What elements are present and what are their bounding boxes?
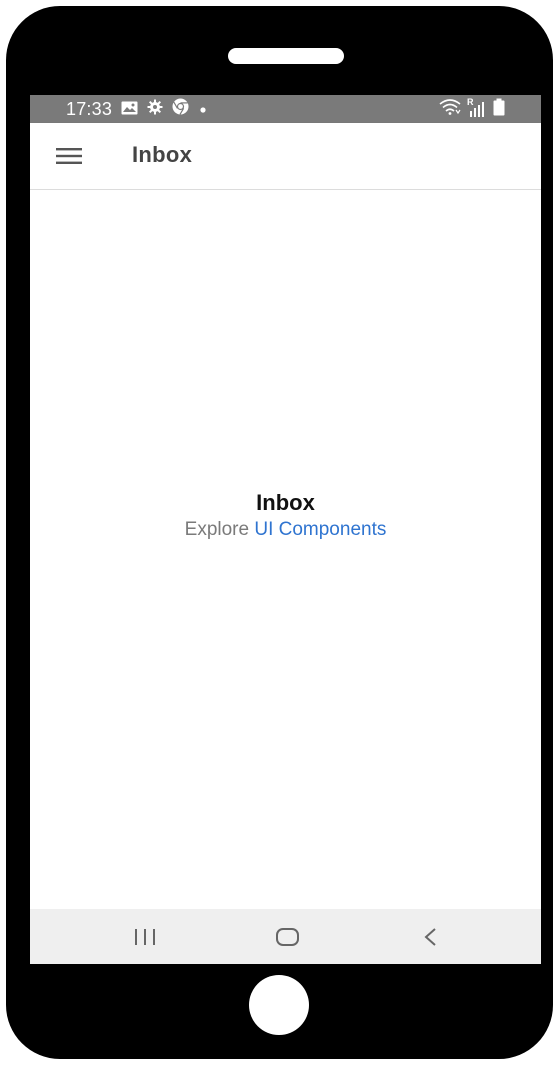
back-icon[interactable] bbox=[416, 923, 446, 951]
speaker-grille bbox=[228, 48, 344, 64]
page-title: Inbox bbox=[256, 490, 315, 515]
android-nav-bar bbox=[30, 909, 541, 964]
phone-screen: 17:33 R Inbox Inbox Explore UI Component… bbox=[30, 95, 541, 964]
status-notification-icons bbox=[121, 98, 208, 120]
app-bar-title: Inbox bbox=[132, 142, 193, 167]
ui-components-link[interactable]: UI Components bbox=[254, 519, 386, 540]
wifi-icon bbox=[439, 98, 461, 120]
dot-icon bbox=[198, 99, 208, 120]
page-subtitle: Explore UI Components bbox=[30, 519, 541, 541]
status-system-icons: R bbox=[439, 95, 505, 123]
physical-home-button[interactable] bbox=[249, 975, 309, 1035]
home-icon[interactable] bbox=[273, 923, 303, 951]
hamburger-menu-icon[interactable] bbox=[56, 144, 84, 168]
gear-icon bbox=[147, 99, 163, 120]
battery-icon bbox=[493, 98, 505, 121]
subtitle-prefix: Explore bbox=[184, 519, 255, 540]
phone-frame: 17:33 R Inbox Inbox Explore UI Component… bbox=[6, 6, 553, 1059]
signal-icon: R bbox=[467, 97, 487, 118]
chrome-icon bbox=[172, 98, 189, 120]
recents-icon[interactable] bbox=[131, 923, 161, 951]
status-time: 17:33 bbox=[66, 98, 113, 119]
status-bar: 17:33 R bbox=[30, 95, 541, 123]
main-content: Inbox Explore UI Components bbox=[30, 190, 541, 908]
image-icon bbox=[121, 99, 138, 120]
app-bar: Inbox bbox=[30, 123, 541, 190]
